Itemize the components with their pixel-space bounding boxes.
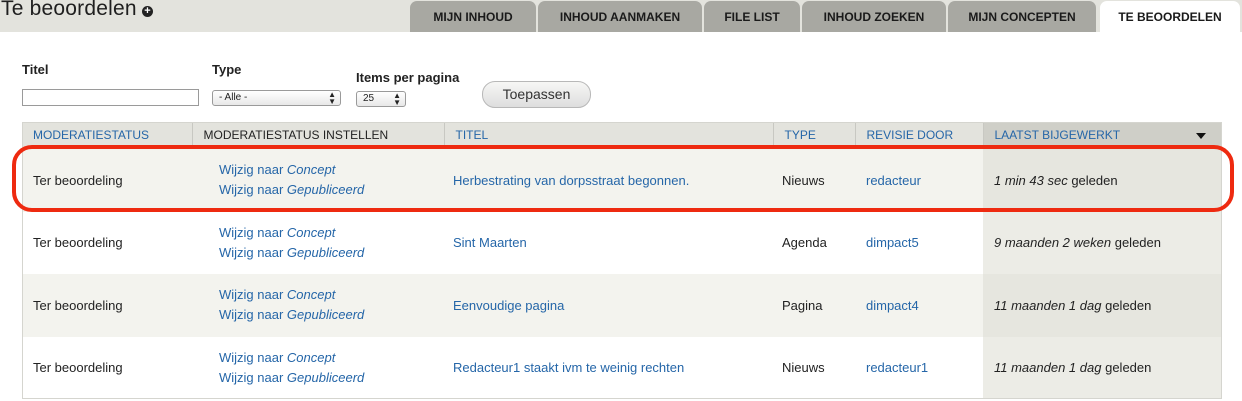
apply-button[interactable]: Toepassen xyxy=(482,81,591,108)
revision-user: redacteur xyxy=(855,149,983,212)
items-per-page-label: Items per pagina xyxy=(356,70,460,85)
content-type: Pagina xyxy=(782,297,823,313)
column-header-titel[interactable]: Titel xyxy=(444,122,774,149)
moderation-actions: Wijzig naar Concept Wijzig naar Gepublic… xyxy=(192,149,444,212)
content-title-link[interactable]: Redacteur1 staakt ivm te weinig rechten xyxy=(453,360,684,375)
title-filter-label: Titel xyxy=(22,62,49,77)
column-header-type[interactable]: Type xyxy=(773,122,856,149)
moderation-actions: Wijzig naar Concept Wijzig naar Gepublic… xyxy=(192,274,444,337)
tab-mijn-inhoud[interactable]: Mijn inhoud xyxy=(410,1,536,32)
content-title: Redacteur1 staakt ivm te weinig rechten xyxy=(444,337,773,400)
column-header-laatst-bijgewerkt[interactable]: Laatst bijgewerkt xyxy=(983,122,1222,149)
tab-inhoud-zoeken[interactable]: Inhoud zoeken xyxy=(802,1,946,32)
content-title-link[interactable]: Sint Maarten xyxy=(453,235,527,250)
revision-user: redacteur1 xyxy=(855,337,983,400)
table-row: Ter beoordeling Wijzig naar Concept Wijz… xyxy=(22,149,1222,212)
revision-user: dimpact5 xyxy=(855,212,983,275)
revision-user-link[interactable]: dimpact5 xyxy=(866,235,919,250)
sort-descending-icon[interactable] xyxy=(1196,133,1206,139)
moderation-status: Ter beoordeling xyxy=(33,360,123,376)
change-to-concept-link[interactable]: Wijzig naar Concept xyxy=(219,287,335,302)
content-title: Herbestrating van dorpsstraat begonnen. xyxy=(444,149,773,212)
content-type: Nieuws xyxy=(782,360,825,376)
change-to-published-link[interactable]: Wijzig naar Gepubliceerd xyxy=(219,182,364,197)
tab-inhoud-aanmaken[interactable]: Inhoud aanmaken xyxy=(538,1,702,32)
revision-user: dimpact4 xyxy=(855,274,983,337)
type-filter-select[interactable]: - Alle - ▲ ▼ xyxy=(212,90,341,106)
moderation-status: Ter beoordeling xyxy=(33,297,123,313)
change-to-published-link[interactable]: Wijzig naar Gepubliceerd xyxy=(219,307,364,322)
moderation-status: Ter beoordeling xyxy=(33,172,123,188)
type-filter-label: Type xyxy=(212,62,242,77)
type-filter-value: - Alle - xyxy=(219,92,248,103)
change-to-published-link[interactable]: Wijzig naar Gepubliceerd xyxy=(219,370,364,385)
select-arrows-icon: ▲ ▼ xyxy=(393,91,401,107)
items-per-page-select[interactable]: 25 ▲ ▼ xyxy=(356,91,406,107)
moderation-table: Moderatiestatus Moderatiestatus instelle… xyxy=(22,122,1222,399)
items-per-page-value: 25 xyxy=(363,93,375,104)
column-header-revisie-door[interactable]: Revisie door xyxy=(855,122,984,149)
tab-te-beoordelen[interactable]: Te beoordelen xyxy=(1100,1,1240,32)
column-header-moderatiestatus-instellen: Moderatiestatus instellen xyxy=(192,122,445,149)
content-type: Nieuws xyxy=(782,172,825,188)
moderation-actions: Wijzig naar Concept Wijzig naar Gepublic… xyxy=(192,337,444,400)
change-to-concept-link[interactable]: Wijzig naar Concept xyxy=(219,350,335,365)
title-filter-input[interactable] xyxy=(22,89,199,106)
content-title: Eenvoudige pagina xyxy=(444,274,773,337)
column-header-moderatiestatus[interactable]: Moderatiestatus xyxy=(22,122,193,149)
last-updated: 1 min 43 sec geleden xyxy=(983,149,1222,212)
content-title-link[interactable]: Herbestrating van dorpsstraat begonnen. xyxy=(453,173,689,188)
table-row: Ter beoordeling Wijzig naar Concept Wijz… xyxy=(22,336,1222,400)
last-updated: 11 maanden 1 dag geleden xyxy=(983,274,1222,337)
last-updated: 9 maanden 2 weken geleden xyxy=(983,211,1222,274)
tab-mijn-concepten[interactable]: Mijn concepten xyxy=(948,1,1096,32)
column-header-laatst-bijgewerkt-label: Laatst bijgewerkt xyxy=(994,128,1121,142)
select-arrows-icon: ▲ ▼ xyxy=(328,90,336,106)
change-to-published-link[interactable]: Wijzig naar Gepubliceerd xyxy=(219,245,364,260)
change-to-concept-link[interactable]: Wijzig naar Concept xyxy=(219,225,335,240)
last-updated: 11 maanden 1 dag geleden xyxy=(983,336,1222,399)
plus-circle-icon[interactable]: + xyxy=(142,6,153,17)
change-to-concept-link[interactable]: Wijzig naar Concept xyxy=(219,162,335,177)
table-row: Ter beoordeling Wijzig naar Concept Wijz… xyxy=(22,211,1222,275)
revision-user-link[interactable]: redacteur1 xyxy=(866,360,928,375)
revision-user-link[interactable]: redacteur xyxy=(866,173,921,188)
table-row: Ter beoordeling Wijzig naar Concept Wijz… xyxy=(22,274,1222,337)
table-header-row: Moderatiestatus Moderatiestatus instelle… xyxy=(22,122,1222,149)
page-title: Te beoordelen xyxy=(1,0,137,20)
content-title: Sint Maarten xyxy=(444,212,773,275)
content-title-link[interactable]: Eenvoudige pagina xyxy=(453,298,564,313)
moderation-actions: Wijzig naar Concept Wijzig naar Gepublic… xyxy=(192,212,444,275)
content-type: Agenda xyxy=(782,235,827,251)
moderation-status: Ter beoordeling xyxy=(33,235,123,251)
revision-user-link[interactable]: dimpact4 xyxy=(866,298,919,313)
tab-file-list[interactable]: File list xyxy=(704,1,800,32)
